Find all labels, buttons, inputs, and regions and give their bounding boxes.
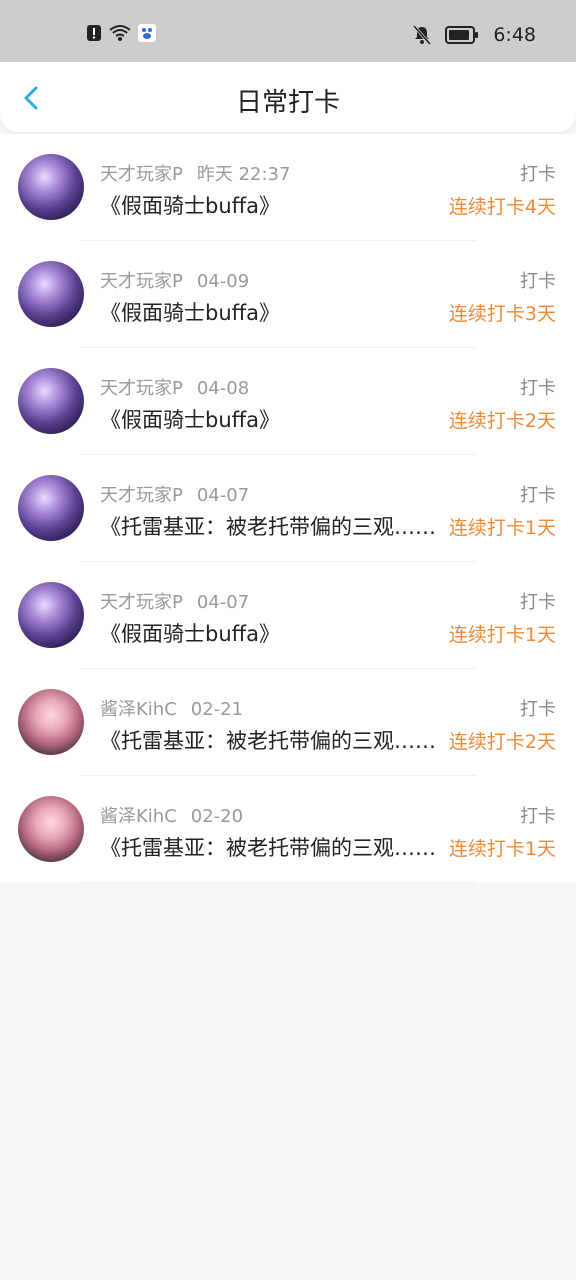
streak-label: 连续打卡1天 [448, 624, 556, 646]
avatar[interactable] [18, 689, 84, 755]
username[interactable]: 天才玩家P [100, 378, 183, 399]
checkin-content[interactable]: 《假面骑士buffa》 [100, 190, 452, 220]
baidu-app-icon [138, 24, 156, 42]
checkin-tag: 打卡 [520, 592, 556, 613]
battery-icon [445, 26, 479, 44]
streak-label: 连续打卡1天 [448, 838, 556, 860]
streak-label: 连续打卡4天 [448, 196, 556, 218]
avatar[interactable] [18, 261, 84, 327]
checkin-content[interactable]: 《假面骑士buffa》 [100, 404, 452, 434]
checkin-row[interactable]: 天才玩家P 昨天 22:37 《假面骑士buffa》 打卡连续打卡4天 [0, 134, 576, 241]
user-meta: 天才玩家P 04-08 [100, 374, 249, 400]
checkin-row[interactable]: 天才玩家P 04-07 《托雷基亚：被老托带偏的三观…… 打卡连续打卡1天 [0, 455, 576, 562]
streak-label: 连续打卡1天 [448, 517, 556, 539]
avatar[interactable] [18, 582, 84, 648]
checkin-time: 04-07 [196, 592, 250, 613]
user-meta: 酱泽KihC 02-21 [100, 695, 243, 721]
checkin-tag: 打卡 [520, 164, 556, 185]
avatar[interactable] [18, 154, 84, 220]
user-meta: 天才玩家P 昨天 22:37 [100, 160, 290, 186]
checkin-time: 02-21 [190, 699, 244, 720]
checkin-time: 昨天 22:37 [196, 164, 291, 185]
checkin-tag: 打卡 [520, 806, 556, 827]
username[interactable]: 酱泽KihC [100, 806, 177, 827]
alert-icon [87, 25, 101, 41]
username[interactable]: 天才玩家P [100, 485, 183, 506]
checkin-time: 04-09 [196, 271, 250, 292]
user-meta: 天才玩家P 04-09 [100, 267, 249, 293]
checkin-tag: 打卡 [520, 378, 556, 399]
checkin-content[interactable]: 《假面骑士buffa》 [100, 297, 452, 327]
status-time: 6:48 [493, 24, 536, 46]
checkin-tag: 打卡 [520, 699, 556, 720]
checkin-row[interactable]: 酱泽KihC 02-20 《托雷基亚：被老托带偏的三观…… 打卡连续打卡1天 [0, 776, 576, 883]
checkin-list: 天才玩家P 昨天 22:37 《假面骑士buffa》 打卡 连续打卡4天 天才玩家P 04-… [0, 134, 576, 883]
checkin-content[interactable]: 《托雷基亚：被老托带偏的三观…… [100, 511, 452, 541]
checkin-row[interactable]: 酱泽KihC 02-21 《托雷基亚：被老托带偏的三观…… 打卡连续打卡2天 [0, 669, 576, 776]
user-meta: 天才玩家P 04-07 [100, 588, 249, 614]
avatar[interactable] [18, 796, 84, 862]
user-meta: 天才玩家P 04-07 [100, 481, 249, 507]
row-divider [80, 882, 476, 883]
status-left-icons [86, 24, 156, 42]
checkin-row[interactable]: 天才玩家P 04-08 《假面骑士buffa》 打卡连续打卡2天 [0, 348, 576, 455]
status-right-icons: 6:48 [413, 24, 536, 46]
checkin-time: 04-07 [196, 485, 250, 506]
checkin-content[interactable]: 《托雷基亚：被老托带偏的三观…… [100, 832, 452, 862]
checkin-row[interactable]: 天才玩家P 04-09 《假面骑士buffa》 打卡连续打卡3天 [0, 241, 576, 348]
username[interactable]: 天才玩家P [100, 592, 183, 613]
checkin-content[interactable]: 《托雷基亚：被老托带偏的三观…… [100, 725, 452, 755]
checkin-tag: 打卡 [520, 271, 556, 292]
header: 日常打卡 [0, 62, 576, 132]
avatar[interactable] [18, 475, 84, 541]
user-meta: 酱泽KihC 02-20 [100, 802, 243, 828]
username[interactable]: 天才玩家P [100, 271, 183, 292]
username[interactable]: 天才玩家P [100, 164, 183, 185]
checkin-row[interactable]: 天才玩家P 04-07 《假面骑士buffa》 打卡连续打卡1天 [0, 562, 576, 669]
checkin-content[interactable]: 《假面骑士buffa》 [100, 618, 452, 648]
checkin-tag: 打卡 [520, 485, 556, 506]
streak-label: 连续打卡3天 [448, 303, 556, 325]
page-title: 日常打卡 [235, 88, 340, 118]
status-bar: 6:48 [0, 0, 576, 62]
streak-label: 连续打卡2天 [448, 410, 556, 432]
avatar[interactable] [18, 368, 84, 434]
username[interactable]: 酱泽KihC [100, 699, 177, 720]
checkin-time: 04-08 [196, 378, 250, 399]
bell-off-icon [413, 25, 432, 45]
wifi-icon [109, 25, 131, 41]
checkin-time: 02-20 [190, 806, 244, 827]
streak-label: 连续打卡2天 [448, 731, 556, 753]
